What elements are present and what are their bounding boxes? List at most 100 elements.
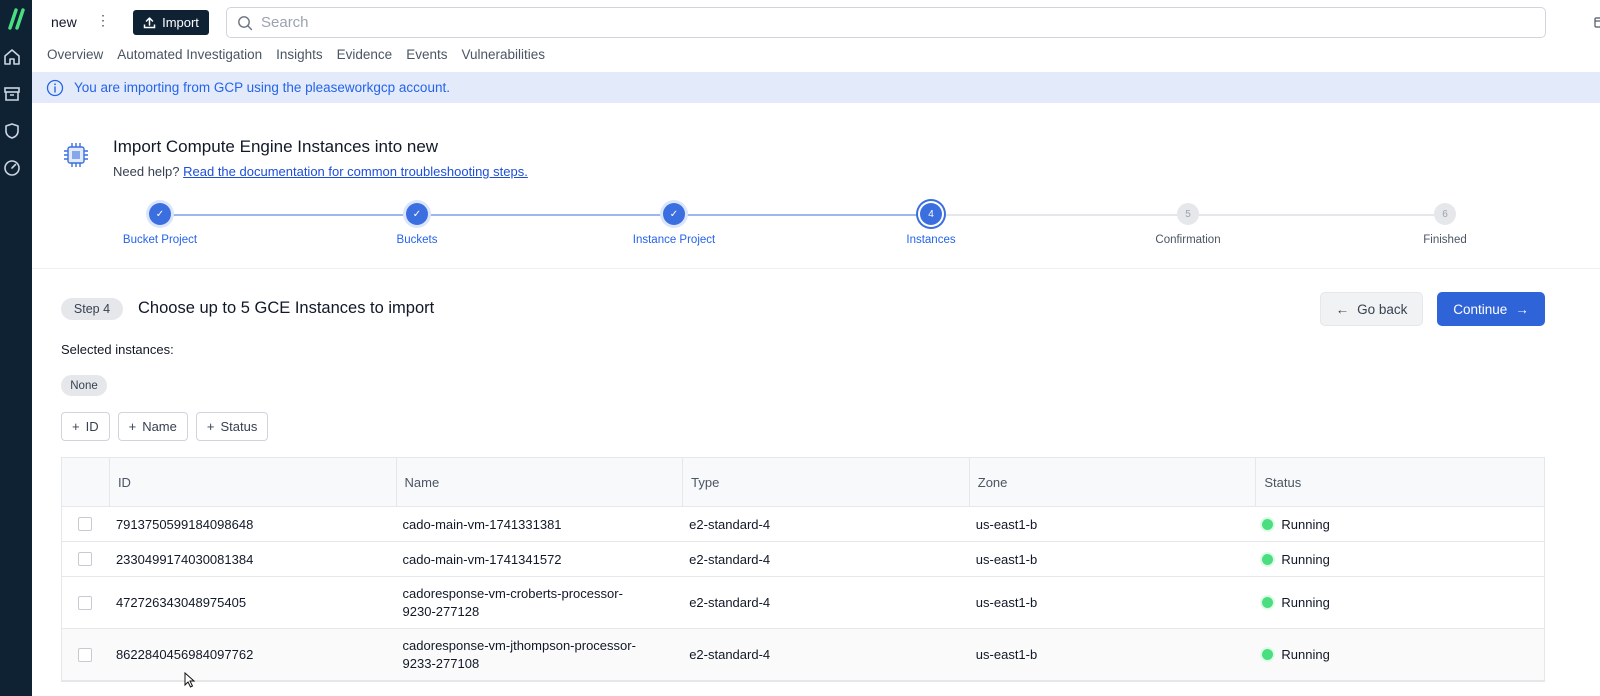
column-header-id[interactable]: ID xyxy=(108,458,396,506)
step-label: Instances xyxy=(906,234,956,246)
step-instances: 4 Instances xyxy=(851,200,1011,246)
go-back-label: Go back xyxy=(1357,301,1408,317)
tab-overview[interactable]: Overview xyxy=(47,47,103,62)
import-header: Import Compute Engine Instances into new… xyxy=(32,103,1600,269)
step-number: 4 xyxy=(920,203,942,225)
step-title: Choose up to 5 GCE Instances to import xyxy=(138,299,435,317)
instance-status: Running xyxy=(1255,629,1544,680)
instance-type: e2-standard-4 xyxy=(689,647,771,662)
header-select xyxy=(62,458,109,506)
table-row[interactable]: 472726343048975405 cadoresponse-vm-crobe… xyxy=(62,577,1544,629)
status-dot-icon xyxy=(1262,649,1274,660)
column-header-zone[interactable]: Zone xyxy=(968,458,1256,506)
tab-events[interactable]: Events xyxy=(406,47,447,62)
import-button-label: Import xyxy=(162,15,199,30)
status-text: Running xyxy=(1281,595,1330,610)
status-dot-icon xyxy=(1262,518,1274,530)
import-stepper: ✓ Bucket Project ✓ Buckets ✓ Instance Pr… xyxy=(32,200,1600,250)
page-title: Import Compute Engine Instances into new xyxy=(113,137,439,156)
step-bucket-project[interactable]: ✓ Bucket Project xyxy=(80,200,240,246)
calendar-icon[interactable] xyxy=(1594,16,1600,28)
instance-id: 472726343048975405 xyxy=(115,595,247,610)
search-input[interactable]: Search xyxy=(226,7,1546,38)
continue-button[interactable]: Continue → xyxy=(1437,292,1545,326)
check-icon: ✓ xyxy=(406,203,428,225)
step-finished: 6 Finished xyxy=(1365,200,1525,246)
cpu-chip-icon xyxy=(64,143,88,167)
column-header-type[interactable]: Type xyxy=(682,458,969,506)
step-label: Bucket Project xyxy=(122,234,198,246)
instance-status: Running xyxy=(1255,577,1544,628)
column-header-name[interactable]: Name xyxy=(395,458,683,506)
filter-id-button[interactable]: + ID xyxy=(61,412,110,441)
instance-id: 8622840456984097762 xyxy=(115,647,254,662)
selected-instances-label: Selected instances: xyxy=(61,342,174,357)
step-label: Buckets xyxy=(396,234,438,246)
step-label: Finished xyxy=(1423,234,1467,246)
step-instance-project[interactable]: ✓ Instance Project xyxy=(594,200,754,246)
documentation-link[interactable]: Read the documentation for common troubl… xyxy=(183,164,528,179)
status-text: Running xyxy=(1281,647,1330,662)
row-checkbox[interactable] xyxy=(78,517,93,531)
table-row[interactable]: 8622840456984097762 cadoresponse-vm-jtho… xyxy=(62,629,1544,681)
tab-vulnerabilities[interactable]: Vulnerabilities xyxy=(461,47,545,62)
instance-id: 2330499174030081384 xyxy=(115,551,254,567)
step-buckets[interactable]: ✓ Buckets xyxy=(337,200,497,246)
banner-text: You are importing from GCP using the ple… xyxy=(74,80,450,95)
plus-icon: + xyxy=(72,419,80,434)
step-number: 5 xyxy=(1177,203,1199,225)
more-options-icon[interactable]: ⋮ xyxy=(96,12,110,29)
table-row[interactable]: 7913750599184098648 cado-main-vm-1741331… xyxy=(62,507,1544,542)
arrow-left-icon: ← xyxy=(1335,301,1350,317)
tab-bar: Overview Automated Investigation Insight… xyxy=(47,47,545,62)
instance-name: cado-main-vm-1741331381 xyxy=(402,516,562,532)
tab-evidence[interactable]: Evidence xyxy=(337,47,393,62)
row-checkbox[interactable] xyxy=(78,647,93,662)
instance-name: cado-main-vm-1741341572 xyxy=(402,551,562,567)
shield-icon[interactable] xyxy=(3,122,21,140)
gauge-icon[interactable] xyxy=(3,159,21,177)
status-text: Running xyxy=(1281,516,1330,532)
main-area: new ⋮ Import Search Overview Automated I… xyxy=(32,0,1600,696)
filter-label: Status xyxy=(220,419,258,434)
instance-zone: us-east1-b xyxy=(975,551,1038,567)
instance-status: Running xyxy=(1255,507,1544,541)
filter-status-button[interactable]: + Status xyxy=(195,412,269,441)
step-number: 6 xyxy=(1434,203,1456,225)
filter-label: ID xyxy=(85,419,99,434)
help-prefix: Need help? xyxy=(113,164,180,179)
home-icon[interactable] xyxy=(3,48,21,66)
row-checkbox[interactable] xyxy=(78,552,93,566)
filter-label: Name xyxy=(142,419,177,434)
continue-label: Continue xyxy=(1453,301,1508,317)
step-confirmation: 5 Confirmation xyxy=(1108,200,1268,246)
row-select-cell xyxy=(62,507,109,541)
mouse-cursor-icon xyxy=(184,672,196,688)
import-button[interactable]: Import xyxy=(133,10,209,35)
tab-automated-investigation[interactable]: Automated Investigation xyxy=(117,47,262,62)
cado-logo-icon[interactable] xyxy=(4,8,28,30)
status-dot-icon xyxy=(1262,553,1274,565)
row-checkbox[interactable] xyxy=(78,595,93,610)
upload-icon xyxy=(143,17,156,29)
filter-bar: + ID + Name + Status xyxy=(61,412,269,441)
tab-insights[interactable]: Insights xyxy=(276,47,323,62)
row-select-cell xyxy=(62,629,109,680)
workspace-name[interactable]: new xyxy=(51,14,77,30)
row-select-cell xyxy=(62,577,109,628)
search-icon xyxy=(238,15,253,30)
archive-icon[interactable] xyxy=(3,85,21,103)
column-header-status[interactable]: Status xyxy=(1255,458,1544,506)
sidebar xyxy=(0,0,32,696)
info-banner: You are importing from GCP using the ple… xyxy=(32,72,1600,103)
step-badge: Step 4 xyxy=(61,298,123,320)
filter-name-button[interactable]: + Name xyxy=(117,412,188,441)
status-text: Running xyxy=(1281,551,1330,567)
plus-icon: + xyxy=(206,419,215,434)
row-select-cell xyxy=(62,542,109,576)
check-icon: ✓ xyxy=(663,203,685,225)
topbar: new ⋮ Import Search xyxy=(32,0,1600,44)
instance-zone: us-east1-b xyxy=(975,647,1038,662)
table-row[interactable]: 2330499174030081384 cado-main-vm-1741341… xyxy=(62,542,1544,577)
go-back-button[interactable]: ← Go back xyxy=(1320,292,1423,326)
